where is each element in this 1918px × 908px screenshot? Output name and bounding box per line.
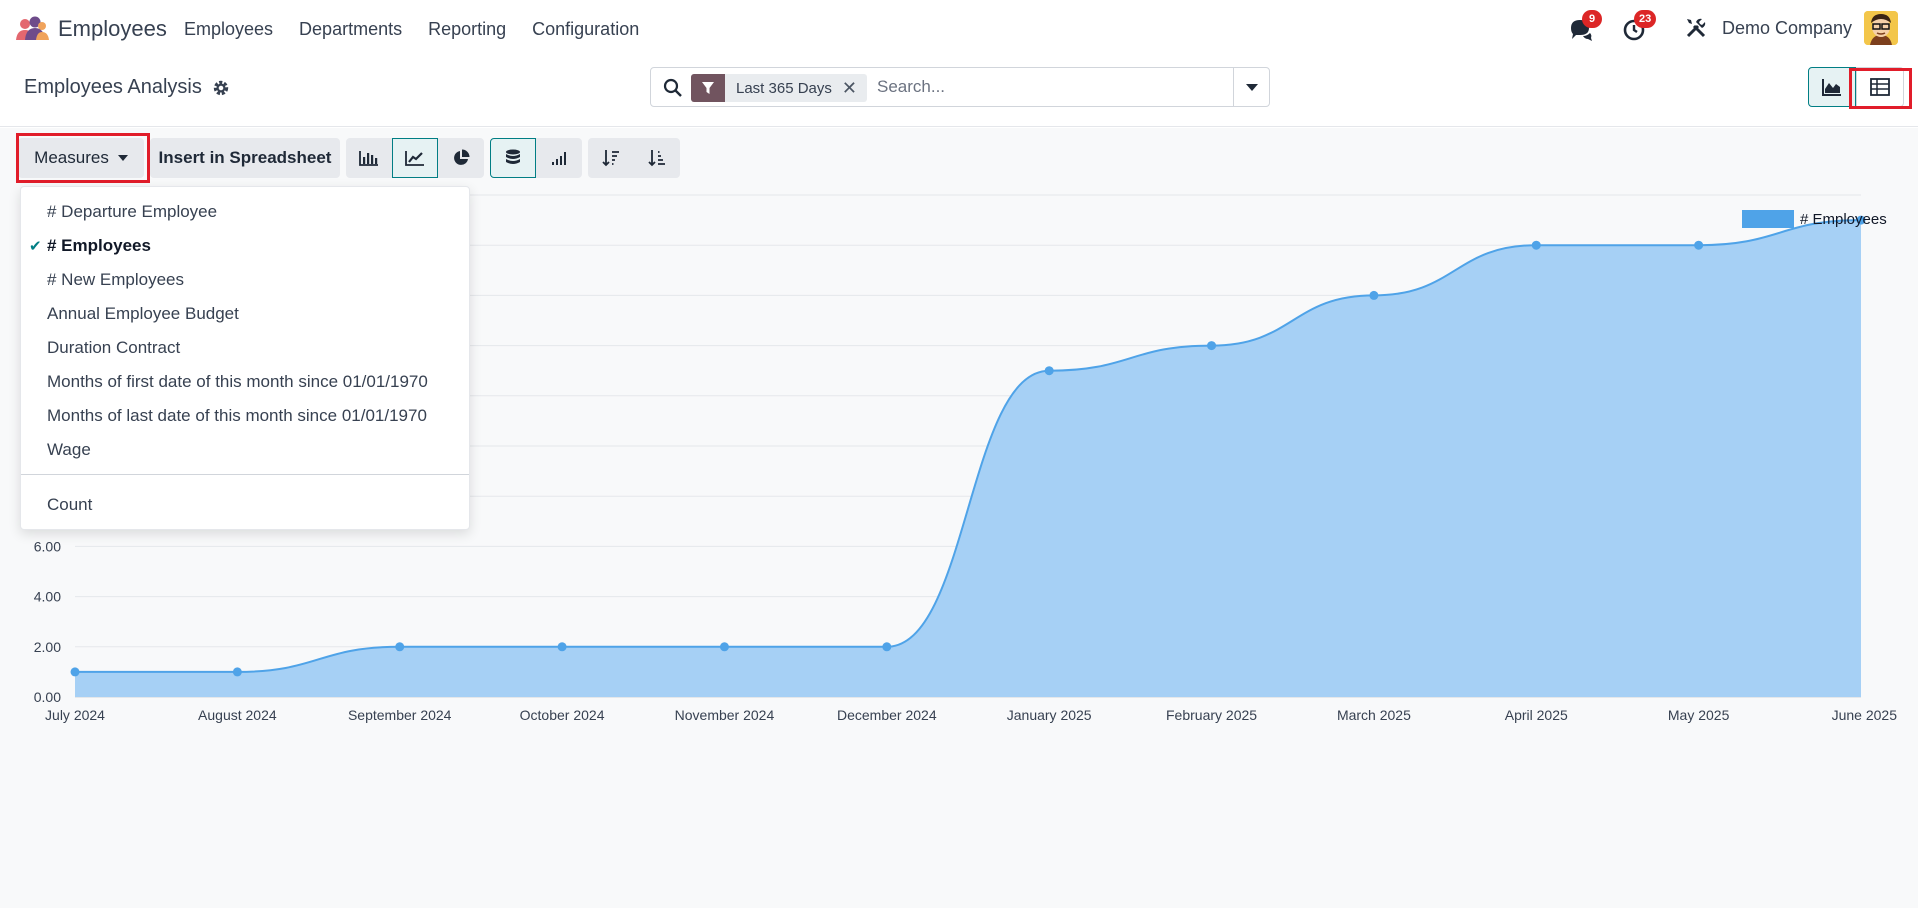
- y-tick-label: 0.00: [34, 689, 61, 705]
- data-point[interactable]: [1694, 240, 1704, 250]
- y-tick-label: 6.00: [34, 538, 61, 554]
- facet-label: Last 365 Days: [736, 79, 832, 97]
- x-tick-label: December 2024: [837, 707, 937, 723]
- chevron-down-icon: [1245, 83, 1258, 91]
- measure-item-departure[interactable]: # Departure Employee: [47, 202, 217, 222]
- legend-label: # Employees: [1800, 211, 1887, 228]
- x-tick-label: August 2024: [198, 707, 277, 723]
- x-tick-label: April 2025: [1505, 707, 1568, 723]
- menu-departments[interactable]: Departments: [299, 19, 402, 40]
- data-point[interactable]: [1044, 366, 1054, 376]
- menu-employees[interactable]: Employees: [184, 19, 273, 40]
- measure-item-wage[interactable]: Wage: [47, 440, 91, 460]
- table-icon: [1870, 78, 1890, 96]
- wrench-screwdriver-icon: [1686, 18, 1706, 38]
- dropdown-divider: [21, 474, 469, 475]
- data-point[interactable]: [882, 642, 892, 652]
- menu-reporting[interactable]: Reporting: [428, 19, 506, 40]
- measure-item-months-last-date[interactable]: Months of last date of this month since …: [47, 406, 427, 426]
- facet-remove-icon[interactable]: ✕: [842, 78, 867, 99]
- x-tick-label: September 2024: [348, 707, 452, 723]
- measure-item-duration-contract[interactable]: Duration Contract: [47, 338, 180, 358]
- control-panel: Employees Analysis Last 365 Days ✕: [0, 57, 1918, 127]
- messages-badge: 9: [1582, 10, 1602, 28]
- app-name[interactable]: Employees: [58, 16, 167, 42]
- page-title: Employees Analysis: [24, 76, 202, 98]
- activities-button[interactable]: 23: [1622, 10, 1657, 44]
- measure-item-months-first-date[interactable]: Months of first date of this month since…: [47, 372, 428, 392]
- gear-icon[interactable]: [212, 79, 230, 97]
- y-tick-label: 4.00: [34, 589, 61, 605]
- data-point[interactable]: [395, 642, 405, 652]
- filter-icon: [691, 74, 725, 102]
- filter-facet[interactable]: Last 365 Days ✕: [691, 74, 867, 102]
- search-input[interactable]: [877, 77, 1217, 97]
- measure-item-annual-budget[interactable]: Annual Employee Budget: [47, 304, 239, 324]
- graph-view-button[interactable]: [1808, 67, 1856, 107]
- x-tick-label: November 2024: [675, 707, 775, 723]
- x-tick-label: October 2024: [520, 707, 605, 723]
- data-point[interactable]: [1531, 240, 1541, 250]
- data-point[interactable]: [232, 667, 242, 677]
- data-point[interactable]: [1207, 341, 1217, 351]
- legend-swatch: [1742, 210, 1794, 228]
- x-tick-label: June 2025: [1832, 707, 1898, 723]
- debug-tools-button[interactable]: [1684, 16, 1712, 44]
- search-options-toggle[interactable]: [1233, 68, 1269, 106]
- search-icon[interactable]: [663, 78, 683, 98]
- messages-button[interactable]: 9: [1568, 10, 1602, 44]
- activities-badge: 23: [1634, 10, 1657, 28]
- data-point[interactable]: [1369, 290, 1379, 300]
- measure-item-new-employees[interactable]: # New Employees: [47, 270, 184, 290]
- search-bar[interactable]: Last 365 Days ✕: [650, 67, 1270, 107]
- x-axis-ticks: July 2024 August 2024 September 2024 Octobe…: [45, 707, 1897, 723]
- data-point[interactable]: [719, 642, 729, 652]
- y-tick-label: 2.00: [34, 639, 61, 655]
- pivot-view-button[interactable]: [1856, 67, 1904, 107]
- x-tick-label: January 2025: [1007, 707, 1092, 723]
- employees-app-icon[interactable]: [14, 16, 50, 42]
- measure-item-count[interactable]: Count: [47, 495, 92, 515]
- top-navbar: Employees Employees Departments Reportin…: [0, 0, 1918, 57]
- main-menu: Employees Departments Reporting Configur…: [184, 19, 665, 40]
- x-tick-label: March 2025: [1337, 707, 1411, 723]
- menu-configuration[interactable]: Configuration: [532, 19, 639, 40]
- area-chart-icon: [1822, 79, 1841, 96]
- x-tick-label: July 2024: [45, 707, 105, 723]
- x-tick-label: February 2025: [1166, 707, 1257, 723]
- x-tick-label: May 2025: [1668, 707, 1730, 723]
- measure-item-employees[interactable]: # Employees: [47, 236, 151, 256]
- user-avatar-icon: [1864, 11, 1898, 45]
- data-point[interactable]: [557, 642, 567, 652]
- chart-legend[interactable]: # Employees: [1742, 210, 1887, 228]
- measures-dropdown: # Departure Employee ✔ # Employees # New…: [20, 186, 470, 530]
- user-avatar[interactable]: [1864, 11, 1898, 45]
- data-point[interactable]: [70, 667, 80, 677]
- company-switcher[interactable]: Demo Company: [1722, 18, 1852, 39]
- checkmark-icon: ✔: [29, 238, 42, 255]
